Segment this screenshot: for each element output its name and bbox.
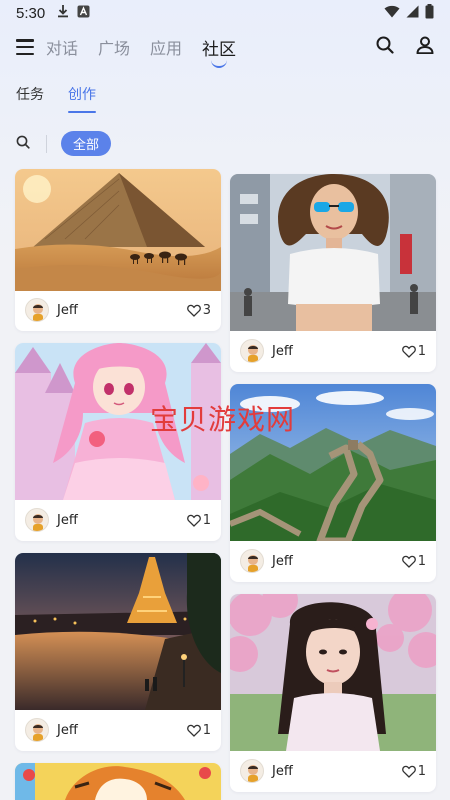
card-meta: Jeff 1 [230,750,436,792]
card-meta: Jeff 1 [230,330,436,372]
creation-image [230,384,436,541]
avatar[interactable] [25,718,49,742]
creation-image [230,174,436,331]
creation-card[interactable]: Jeff 1 [230,594,436,792]
creation-image [15,553,221,710]
like-button[interactable]: 1 [401,553,426,569]
like-button[interactable]: 1 [186,722,211,738]
like-count: 1 [417,763,426,779]
creation-feed: Jeff 3 Jeff 1 Jeff 1 Jeff 1 Jeff 1 Jeff … [0,0,450,800]
like-count: 1 [417,343,426,359]
like-button[interactable]: 1 [186,512,211,528]
creation-card[interactable]: Jeff 1 [15,553,221,751]
like-count: 1 [417,553,426,569]
author-name[interactable]: Jeff [272,764,293,779]
like-button[interactable]: 1 [401,343,426,359]
creation-card[interactable]: Jeff 1 [230,174,436,372]
card-meta: Jeff 1 [15,709,221,751]
author-name[interactable]: Jeff [57,303,78,318]
creation-image [230,594,436,751]
creation-image [15,763,221,800]
like-button[interactable]: 3 [186,302,211,318]
creation-card[interactable]: Jeff 3 [15,169,221,331]
heart-icon [401,765,416,778]
creation-card[interactable] [15,763,221,800]
creation-card[interactable]: Jeff 1 [230,384,436,582]
creation-card[interactable]: Jeff 1 [15,343,221,541]
heart-icon [186,724,201,737]
card-meta: Jeff 1 [230,540,436,582]
heart-icon [186,514,201,527]
avatar[interactable] [240,549,264,573]
card-meta: Jeff 1 [15,499,221,541]
author-name[interactable]: Jeff [272,554,293,569]
like-count: 1 [202,512,211,528]
card-meta: Jeff 3 [15,289,221,331]
author-name[interactable]: Jeff [57,513,78,528]
creation-image [15,169,221,291]
heart-icon [401,555,416,568]
like-count: 1 [202,722,211,738]
author-name[interactable]: Jeff [57,723,78,738]
avatar[interactable] [25,508,49,532]
avatar[interactable] [25,298,49,322]
creation-image [15,343,221,500]
like-count: 3 [202,302,211,318]
author-name[interactable]: Jeff [272,344,293,359]
like-button[interactable]: 1 [401,763,426,779]
avatar[interactable] [240,759,264,783]
heart-icon [186,304,201,317]
avatar[interactable] [240,339,264,363]
heart-icon [401,345,416,358]
